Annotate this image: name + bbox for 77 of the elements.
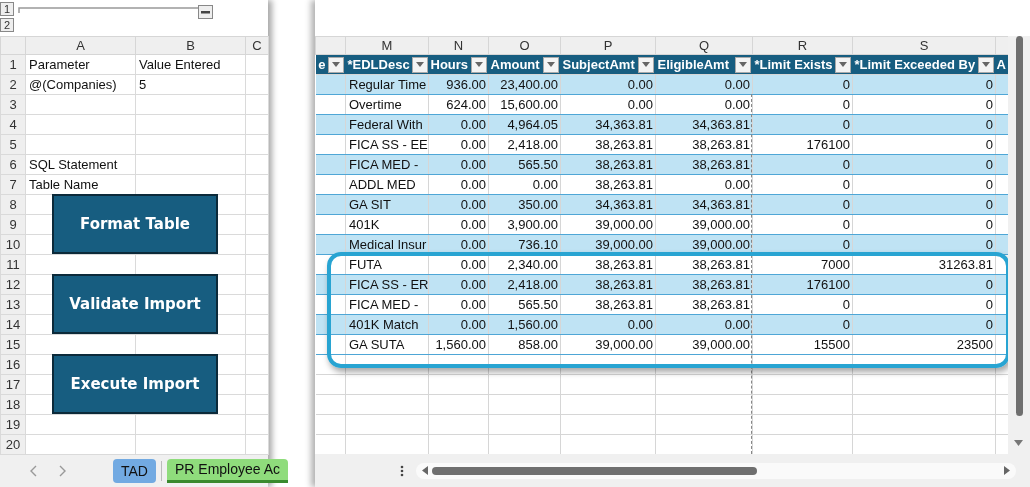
row-number[interactable]: 8 [0,194,26,215]
column-header: A [996,57,1006,72]
column-letter[interactable]: P [560,36,656,55]
column-header: *EDLDesc [347,57,410,72]
column-letter[interactable]: N [428,36,489,55]
scroll-down-icon[interactable] [1014,440,1023,446]
macro-button[interactable]: Validate Import [52,274,218,334]
filter-dropdown-button[interactable] [411,56,428,73]
caret-icon [474,62,483,67]
macro-button[interactable]: Format Table [52,194,218,254]
column-letter[interactable]: Q [655,36,753,55]
column-letter[interactable]: S [852,36,996,55]
row-number[interactable]: 11 [0,254,26,275]
filter-dropdown-button[interactable] [327,56,344,73]
table-cell: Parameter [25,54,136,75]
column-letter[interactable]: A [25,36,136,55]
scroll-left-icon[interactable] [422,466,428,475]
caret-icon [331,62,340,67]
column-header: e [318,57,326,72]
column-letter[interactable]: C [245,36,269,55]
scrollbar-thumb[interactable] [1016,36,1023,416]
column-header: Hours [430,57,469,72]
horizontal-scrollbar[interactable] [416,462,1016,479]
minus-icon [201,10,210,14]
column-header: EligibleAmt [657,57,729,72]
outline-level-button[interactable]: 1 [0,2,14,16]
column-letter[interactable]: B [135,36,246,55]
row-number[interactable]: 5 [0,134,26,155]
sheet-tab[interactable]: PR Employee Ac [166,458,289,483]
caret-icon [415,62,424,67]
table-cell: SQL Statement [25,154,136,175]
scrollbar-thumb[interactable] [432,466,757,475]
table-cell: @(Companies) [25,74,136,95]
caret-icon [738,62,747,67]
filter-dropdown-button[interactable] [977,56,994,73]
column-letter[interactable]: O [488,36,561,55]
macro-button[interactable]: Execute Import [52,354,218,414]
collapse-button[interactable] [198,5,213,19]
filter-dropdown-button[interactable] [637,56,654,73]
row-number[interactable]: 10 [0,234,26,255]
filter-dropdown-button[interactable] [470,56,487,73]
row-number[interactable]: 2 [0,74,26,95]
table-cell: 5 [135,74,246,95]
row-number[interactable]: 3 [0,94,26,115]
row-number[interactable]: 13 [0,294,26,315]
row-number[interactable]: 18 [0,394,26,415]
filter-dropdown-button[interactable] [542,56,559,73]
column-header: SubjectAmt [562,57,635,72]
column-letter[interactable]: M [345,36,429,55]
caret-icon [838,62,847,67]
table-cell: Value Entered [135,54,246,75]
vertical-scrollbar[interactable] [1008,36,1030,454]
caret-icon [546,62,555,67]
row-number[interactable]: 1 [0,54,26,75]
row-number[interactable]: 15 [0,334,26,355]
column-letter[interactable]: R [752,36,853,55]
row-number[interactable]: 20 [0,434,26,455]
row-number[interactable]: 12 [0,274,26,295]
column-header: *Limit Exists [754,57,833,72]
scroll-right-icon[interactable] [1004,466,1010,475]
filter-dropdown-button[interactable] [734,56,751,73]
row-number[interactable]: 6 [0,154,26,175]
sheet-tab[interactable]: TAD [113,458,156,483]
more-options-icon[interactable] [400,464,404,477]
outline-level-button[interactable]: 2 [0,18,14,32]
row-number[interactable]: 14 [0,314,26,335]
row-number[interactable]: 19 [0,414,26,435]
row-number[interactable]: 7 [0,174,26,195]
row-number[interactable]: 9 [0,214,26,235]
caret-icon [981,62,990,67]
caret-icon [641,62,650,67]
row-number[interactable]: 17 [0,374,26,395]
row-number[interactable]: 4 [0,114,26,135]
column-header: Amount [490,57,540,72]
filter-dropdown-button[interactable] [834,56,851,73]
column-header: *Limit Exceeded By [854,57,976,72]
row-number[interactable]: 16 [0,354,26,375]
